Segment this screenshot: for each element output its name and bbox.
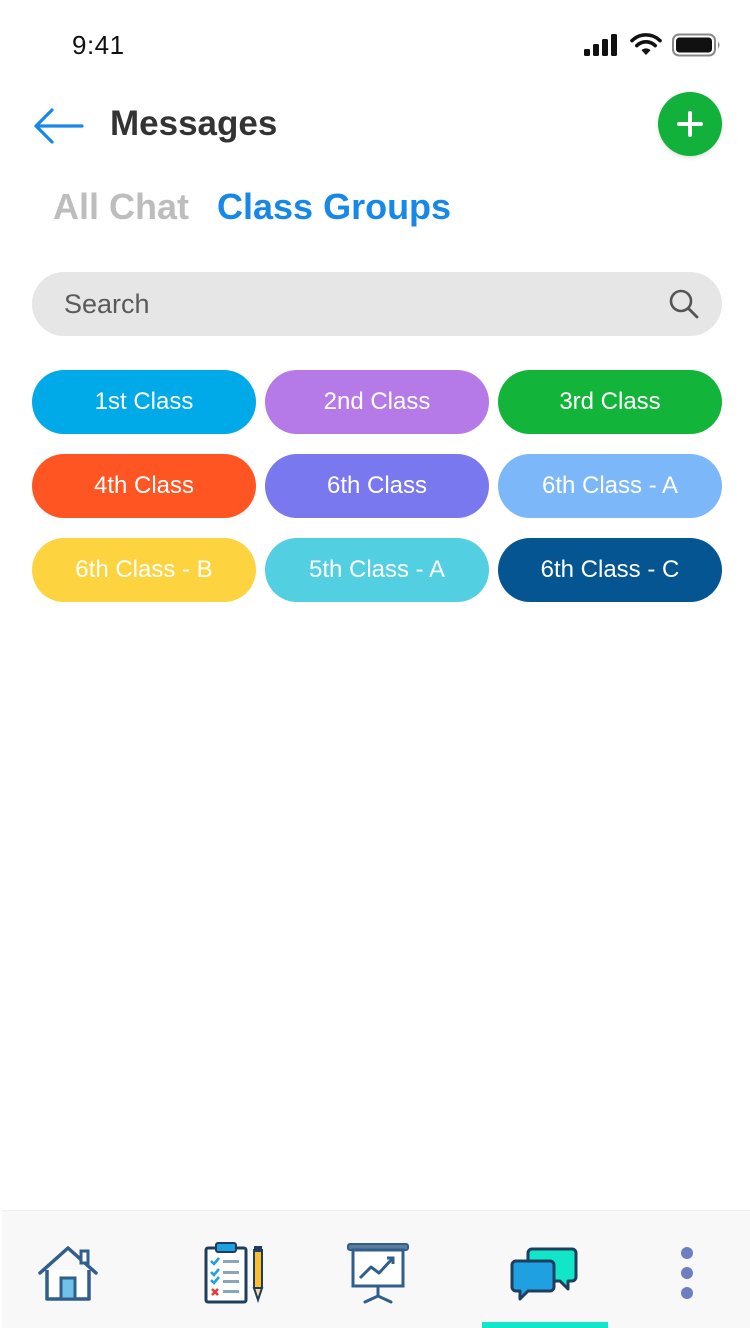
- active-tab-indicator: [482, 1322, 608, 1328]
- nav-presentation[interactable]: [338, 1233, 418, 1313]
- add-chat-button[interactable]: [658, 92, 722, 156]
- class-group-chip[interactable]: 6th Class - C: [498, 538, 722, 602]
- cellular-signal-icon: [584, 34, 617, 56]
- class-group-chip[interactable]: 1st Class: [32, 370, 256, 434]
- presentation-chart-icon: [347, 1243, 409, 1304]
- page-title: Messages: [110, 104, 278, 143]
- class-group-chip[interactable]: 3rd Class: [498, 370, 722, 434]
- search-icon[interactable]: [668, 288, 700, 320]
- nav-assignments[interactable]: [195, 1233, 275, 1313]
- nav-home[interactable]: [28, 1233, 108, 1313]
- tab-class-groups[interactable]: Class Groups: [217, 186, 451, 228]
- class-group-chip[interactable]: 4th Class: [32, 454, 256, 518]
- nav-messages[interactable]: [505, 1233, 585, 1313]
- status-time: 9:41: [72, 30, 125, 60]
- home-icon: [38, 1246, 98, 1301]
- back-button[interactable]: [32, 104, 88, 148]
- class-group-chip[interactable]: 6th Class - B: [32, 538, 256, 602]
- chat-bubbles-icon: [510, 1247, 578, 1301]
- class-group-chip[interactable]: 6th Class - A: [498, 454, 722, 518]
- bottom-navigation: [2, 1210, 750, 1328]
- tab-all-chat[interactable]: All Chat: [53, 186, 189, 228]
- messages-screen: 9:41 Messages All Chat Class Groups Sear…: [0, 0, 750, 1328]
- arrow-left-icon: [34, 108, 84, 144]
- nav-more[interactable]: [647, 1233, 727, 1313]
- class-group-chip[interactable]: 5th Class - A: [265, 538, 489, 602]
- class-group-chip[interactable]: 6th Class: [265, 454, 489, 518]
- class-group-chip[interactable]: 2nd Class: [265, 370, 489, 434]
- clipboard-checklist-icon: [204, 1242, 264, 1304]
- more-vertical-icon: [681, 1247, 693, 1299]
- battery-icon: [672, 33, 720, 57]
- status-icons: [584, 33, 722, 57]
- wifi-icon: [630, 33, 662, 55]
- plus-icon: [677, 111, 703, 137]
- search-input[interactable]: [64, 288, 668, 320]
- search-bar[interactable]: [32, 272, 722, 336]
- class-group-list: 1st Class 2nd Class 3rd Class 4th Class …: [32, 370, 722, 602]
